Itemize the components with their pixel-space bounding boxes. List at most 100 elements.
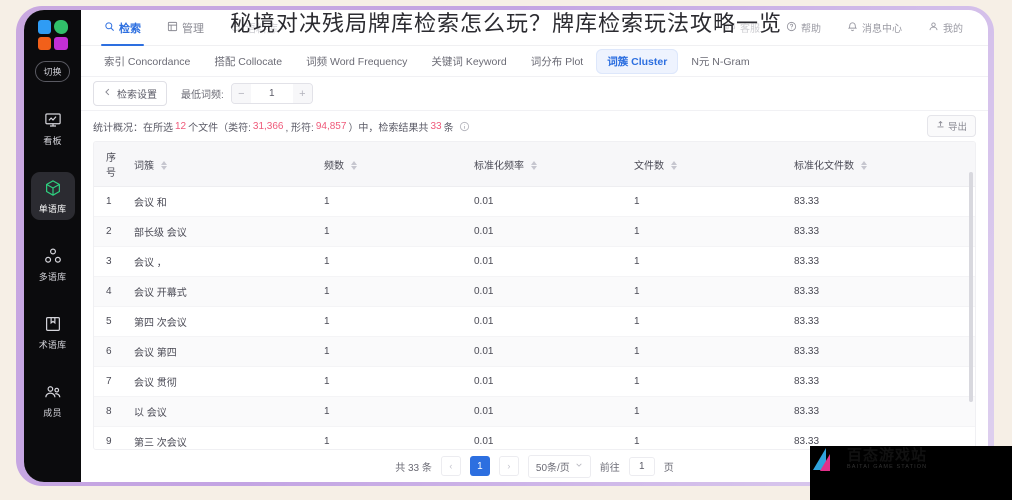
export-button[interactable]: 导出	[926, 115, 976, 137]
table-body: 1 会议 和 1 0.01 1 83.33 2 部长级 会议 1 0.01 1 83.33 3 会议 ， 1…	[94, 186, 975, 449]
tab-concordance[interactable]: 索引 Concordance	[93, 49, 201, 74]
row-normalized-frequency: 0.01	[468, 216, 628, 247]
nav-item-label: 帮助	[801, 24, 821, 35]
nav-item-service[interactable]: 客服	[712, 10, 773, 46]
row-normalized-frequency: 0.01	[468, 366, 628, 397]
nav-item-notifications[interactable]: 消息中心	[834, 10, 915, 46]
table-row[interactable]: 7 会议 贯彻 1 0.01 1 83.33	[94, 366, 975, 397]
sidebar-item-multilingual-corpus[interactable]: 多语库	[31, 240, 75, 288]
tab-keyword[interactable]: 关键词 Keyword	[420, 49, 517, 74]
row-normalized-frequency: 0.01	[468, 186, 628, 217]
stepper-increment-button[interactable]: +	[292, 84, 312, 103]
watermark-text: 百态游戏站 BAITAI GAME STATION	[847, 448, 927, 471]
table-header-row: 序号 词簇 频数 标准化频率 文件数 标准化文件数	[94, 142, 975, 187]
nav-item-label: 管理	[182, 22, 204, 35]
nav-item-label: 消息中心	[862, 24, 902, 35]
column-header-normalized-file-count[interactable]: 标准化文件数	[788, 142, 975, 187]
row-frequency: 1	[318, 426, 468, 449]
sort-icon[interactable]	[670, 161, 677, 171]
stepper-value[interactable]: 1	[250, 84, 293, 103]
pagination-page-1[interactable]: 1	[469, 456, 490, 476]
table-row[interactable]: 8以 会议 1 0.01 1 83.33	[94, 396, 975, 427]
main-content: 检索 管理 语料库 客服 帮助 消息中心 我的 索引 Concordance 搭…	[81, 10, 988, 482]
results-table-container: 序号 词簇 频数 标准化频率 文件数 标准化文件数 1 会议 和 1 0.01 …	[93, 141, 976, 450]
column-header-frequency[interactable]: 频数	[318, 142, 468, 187]
sort-icon[interactable]	[860, 161, 867, 171]
nav-item-help[interactable]: 帮助	[773, 10, 834, 46]
row-file-count: 1	[628, 336, 788, 367]
nav-item-corpus[interactable]: 语料库	[217, 10, 291, 46]
pagination-next-button[interactable]: ›	[498, 456, 519, 476]
statistics-bar: 统计概况： 在所选 12 个文件 （类符: 31,366 , 形符: 94,85…	[81, 111, 988, 141]
analysis-tabs: 索引 Concordance 搭配 Collocate 词频 Word Freq…	[81, 46, 988, 77]
stats-tokens-value: 94,857	[315, 120, 347, 132]
stats-tail: ）中，检索结果共	[348, 122, 429, 134]
nav-item-profile[interactable]: 我的	[915, 10, 976, 46]
tab-collocate[interactable]: 搭配 Collocate	[203, 49, 293, 74]
stats-file-unit: 个文件	[188, 122, 219, 134]
table-row[interactable]: 2 部长级 会议 1 0.01 1 83.33	[94, 216, 975, 247]
search-settings-button[interactable]: 检索设置	[93, 81, 167, 106]
table-row[interactable]: 4 会议 开幕式 1 0.01 1 83.33	[94, 276, 975, 307]
watermark-logo-icon	[812, 446, 842, 472]
column-header-index: 序号	[94, 142, 128, 187]
column-header-normalized-frequency[interactable]: 标准化频率	[468, 142, 628, 187]
tab-plot[interactable]: 词分布 Plot	[520, 49, 595, 74]
column-label: 文件数	[634, 160, 664, 172]
user-icon	[928, 21, 939, 35]
row-normalized-file-count: 83.33	[788, 336, 975, 367]
nav-item-label: 语料库	[245, 22, 278, 35]
table-scrollbar[interactable]	[969, 172, 973, 402]
column-header-cluster[interactable]: 词簇	[128, 142, 318, 187]
sort-icon[interactable]	[530, 161, 537, 171]
goto-label: 前往	[599, 462, 620, 474]
page-size-select[interactable]: 50条/页	[527, 454, 591, 478]
row-index: 1	[94, 186, 128, 217]
export-label: 导出	[947, 122, 967, 133]
app-logo[interactable]	[37, 20, 68, 50]
table-row[interactable]: 1 会议 和 1 0.01 1 83.33	[94, 186, 975, 217]
pagination-prev-button[interactable]: ‹	[440, 456, 461, 476]
row-cluster: 第三 次会议	[128, 426, 318, 449]
sidebar-item-monolingual-corpus[interactable]: 单语库	[30, 172, 75, 220]
row-normalized-file-count: 83.33	[788, 186, 975, 217]
tab-ngram[interactable]: N元 N-Gram	[680, 49, 760, 74]
info-icon[interactable]	[459, 121, 470, 132]
sidebar-item-dashboard[interactable]: 看板	[31, 104, 75, 152]
nav-item-manage[interactable]: 管理	[154, 10, 217, 46]
min-frequency-stepper[interactable]: − 1 +	[230, 83, 313, 104]
nav-item-search[interactable]: 检索	[91, 10, 154, 46]
stats-prefix: 统计概况：	[93, 122, 143, 134]
row-index: 6	[94, 336, 128, 367]
column-label: 频数	[324, 160, 344, 172]
table-row[interactable]: 6 会议 第四 1 0.01 1 83.33	[94, 336, 975, 367]
column-label: 序号	[106, 153, 116, 179]
stepper-decrement-button[interactable]: −	[231, 84, 251, 103]
sort-icon[interactable]	[160, 161, 167, 171]
row-file-count: 1	[628, 366, 788, 397]
row-index: 9	[94, 426, 128, 449]
row-file-count: 1	[628, 246, 788, 277]
row-normalized-file-count: 83.33	[788, 306, 975, 337]
row-cluster: 会议 ，	[128, 246, 318, 277]
tab-word-frequency[interactable]: 词频 Word Frequency	[295, 49, 418, 74]
sidebar-item-terminology[interactable]: 术语库	[31, 308, 75, 356]
sidebar: 切换 看板 单语库 多语库 术语库 成员	[24, 10, 81, 482]
sort-icon[interactable]	[350, 161, 357, 171]
column-header-file-count[interactable]: 文件数	[628, 142, 788, 187]
row-index: 5	[94, 306, 128, 337]
sidebar-item-label: 成员	[43, 408, 62, 418]
min-frequency-control: 最低词频: − 1 +	[181, 83, 313, 104]
table-row[interactable]: 5 第四 次会议 1 0.01 1 83.33	[94, 306, 975, 337]
goto-page-input[interactable]: 1	[628, 456, 655, 476]
sidebar-item-members[interactable]: 成员	[31, 376, 75, 424]
row-cluster: 以 会议	[128, 396, 318, 427]
search-settings-label: 检索设置	[117, 90, 157, 101]
column-label: 标准化频率	[474, 160, 524, 172]
tab-cluster[interactable]: 词簇 Cluster	[596, 48, 679, 74]
watermark-subtitle: BAITAI GAME STATION	[847, 463, 928, 470]
row-normalized-frequency: 0.01	[468, 246, 628, 277]
book-icon	[43, 314, 63, 334]
table-row[interactable]: 3 会议 ， 1 0.01 1 83.33	[94, 246, 975, 277]
switch-workspace-button[interactable]: 切换	[35, 61, 70, 82]
